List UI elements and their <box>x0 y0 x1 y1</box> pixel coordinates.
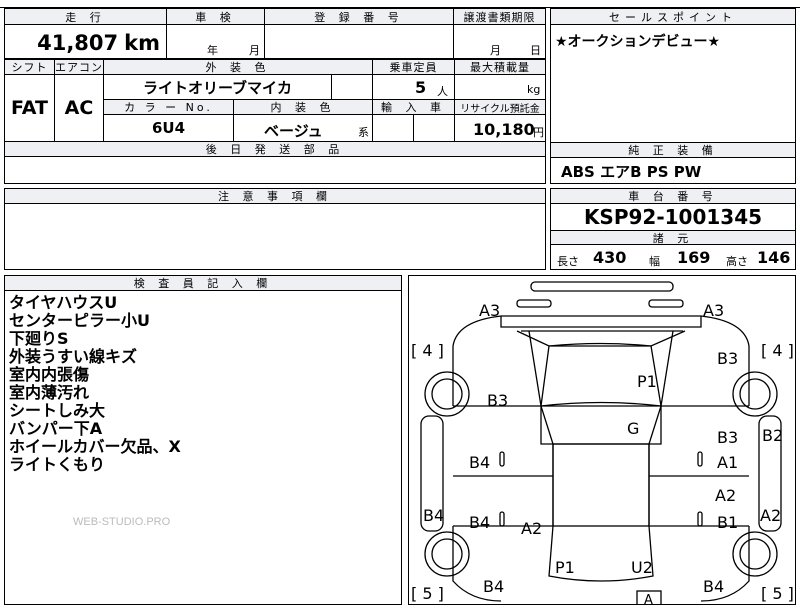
recycle-value: 10,180 <box>473 120 535 139</box>
damage-label: A2 <box>521 519 542 538</box>
inspector-header: 検 査 員 記 入 欄 <box>5 276 401 291</box>
note-line: 下廻りS <box>9 329 69 348</box>
ac-header: エアコン <box>55 60 104 75</box>
ext-color-value: ライトオリーブマイカ <box>142 78 293 97</box>
load-unit: kg <box>527 83 541 96</box>
sales-point-text: ★オークションデビュー★ <box>555 34 721 50</box>
damage-label: B4 <box>703 577 724 596</box>
caution-header: 注 意 事 項 欄 <box>5 189 545 204</box>
note-line: 室内内張傷 <box>9 365 90 384</box>
damage-label: B4 <box>469 453 490 472</box>
watermark: WEB-STUDIO.PRO <box>73 516 171 528</box>
note-line: 外装うすい線キズ <box>9 347 138 366</box>
damage-label: [ 4 ] <box>411 341 444 360</box>
ac-value: AC <box>64 97 94 119</box>
note-line: シートしみ大 <box>9 401 106 420</box>
note-line: センターピラー小U <box>9 311 150 330</box>
length-label: 長さ <box>557 255 579 268</box>
chassis-box: 車 台 番 号 KSP92-1001345 諸 元 長さ 430 幅 169 高… <box>550 188 796 270</box>
note-line: バンパー下A <box>9 419 103 438</box>
damage-label: U2 <box>631 558 653 577</box>
damage-label: B2 <box>762 426 783 445</box>
transfer-day-unit: 日 <box>530 44 541 57</box>
equipment-items: ABS エアB PS PW <box>561 163 702 181</box>
year-unit: 年 <box>207 44 218 57</box>
mileage-unit: km <box>124 31 160 55</box>
transfer-box: 譲渡書類期限 月 日 <box>453 8 546 59</box>
top-edge-box <box>0 0 800 8</box>
note-line: ホイールカバー欠品、X <box>9 437 181 456</box>
car-diagram: A3 A3 [ 4 ] [ 4 ] B3 P1 B3 G B3 B2 B4 A1… <box>411 281 794 605</box>
note-line: 室内薄汚れ <box>9 383 90 402</box>
damage-label: A3 <box>479 301 500 320</box>
height-value: 146 <box>757 248 791 267</box>
width-label: 幅 <box>649 255 660 268</box>
height-label: 高さ <box>726 255 748 268</box>
recycle-header: リサイクル預託金 <box>455 100 545 115</box>
registration-header: 登 録 番 号 <box>265 9 453 25</box>
transfer-header: 譲渡書類期限 <box>454 9 545 25</box>
max-load-header: 最大積載量 <box>455 60 545 75</box>
mileage-header: 走 行 <box>5 9 166 25</box>
shift-header: シフト <box>5 60 55 75</box>
sales-point-header: セールスポイント <box>551 9 795 25</box>
damage-label: A1 <box>717 453 738 472</box>
int-color-suffix: 系 <box>358 126 369 139</box>
caution-box: 注 意 事 項 欄 <box>4 188 546 270</box>
damage-label: B4 <box>483 577 504 596</box>
capacity-header: 乗車定員 <box>373 60 455 75</box>
int-color-value: ベージュ <box>264 122 323 140</box>
transfer-month-unit: 月 <box>490 44 501 57</box>
damage-label: B3 <box>717 349 738 368</box>
damage-label: P1 <box>637 372 657 391</box>
equipment-header: 純 正 装 備 <box>551 143 795 158</box>
damage-label: B4 <box>423 506 444 525</box>
later-parts-header: 後 日 発 送 部 品 <box>5 142 545 157</box>
damage-label: [ 5 ] <box>761 584 794 603</box>
color-no-header: カ ラ ー No. <box>104 100 234 115</box>
damage-label: B3 <box>717 428 738 447</box>
capacity-unit: 人 <box>437 85 448 98</box>
inspection-box: 車 検 年 月 <box>166 8 265 59</box>
capacity-value: 5 <box>415 78 427 97</box>
mileage-box: 走 行 41,807 km <box>4 8 167 59</box>
damage-label: [ 4 ] <box>761 341 794 360</box>
chassis-header: 車 台 番 号 <box>551 189 795 204</box>
length-value: 430 <box>593 248 627 267</box>
width-value: 169 <box>677 248 711 267</box>
damage-label: B4 <box>469 513 490 532</box>
damage-label: G <box>627 419 639 438</box>
registration-box: 登 録 番 号 <box>264 8 454 59</box>
spec-box: シフト エアコン 外 装 色 乗車定員 最大積載量 FAT AC ライトオリーブ… <box>4 59 546 184</box>
damage-label: B1 <box>717 513 738 532</box>
damage-label: A2 <box>715 486 736 505</box>
recycle-unit: 円 <box>533 126 544 139</box>
damage-label: A <box>644 593 653 605</box>
dims-header: 諸 元 <box>551 231 795 245</box>
inspection-header: 車 検 <box>167 9 264 25</box>
month-unit: 月 <box>249 44 260 57</box>
sales-point-box: セールスポイント ★オークションデビュー★ <box>550 8 796 153</box>
note-line: タイヤハウスU <box>9 293 118 312</box>
damage-label: A2 <box>760 506 781 525</box>
import-header: 輸 入 車 <box>373 100 455 115</box>
inspector-box: 検 査 員 記 入 欄 タイヤハウスU センターピラー小U 下廻りS 外装うすい… <box>4 275 402 605</box>
ext-color-header: 外 装 色 <box>104 60 373 75</box>
car-diagram-box: A3 A3 [ 4 ] [ 4 ] B3 P1 B3 G B3 B2 B4 A1… <box>408 275 796 605</box>
color-no-value: 6U4 <box>151 119 186 137</box>
damage-label: A3 <box>703 301 724 320</box>
mileage-value: 41,807 <box>37 31 119 55</box>
damage-label: P1 <box>555 558 575 577</box>
damage-label: B3 <box>487 391 508 410</box>
equipment-box: 純 正 装 備 ABS エアB PS PW <box>550 142 796 184</box>
chassis-number: KSP92-1001345 <box>583 205 763 229</box>
note-line: ライトくもり <box>9 455 106 474</box>
int-color-header: 内 装 色 <box>234 100 373 115</box>
damage-label: [ 5 ] <box>411 584 444 603</box>
shift-value: FAT <box>11 97 48 119</box>
